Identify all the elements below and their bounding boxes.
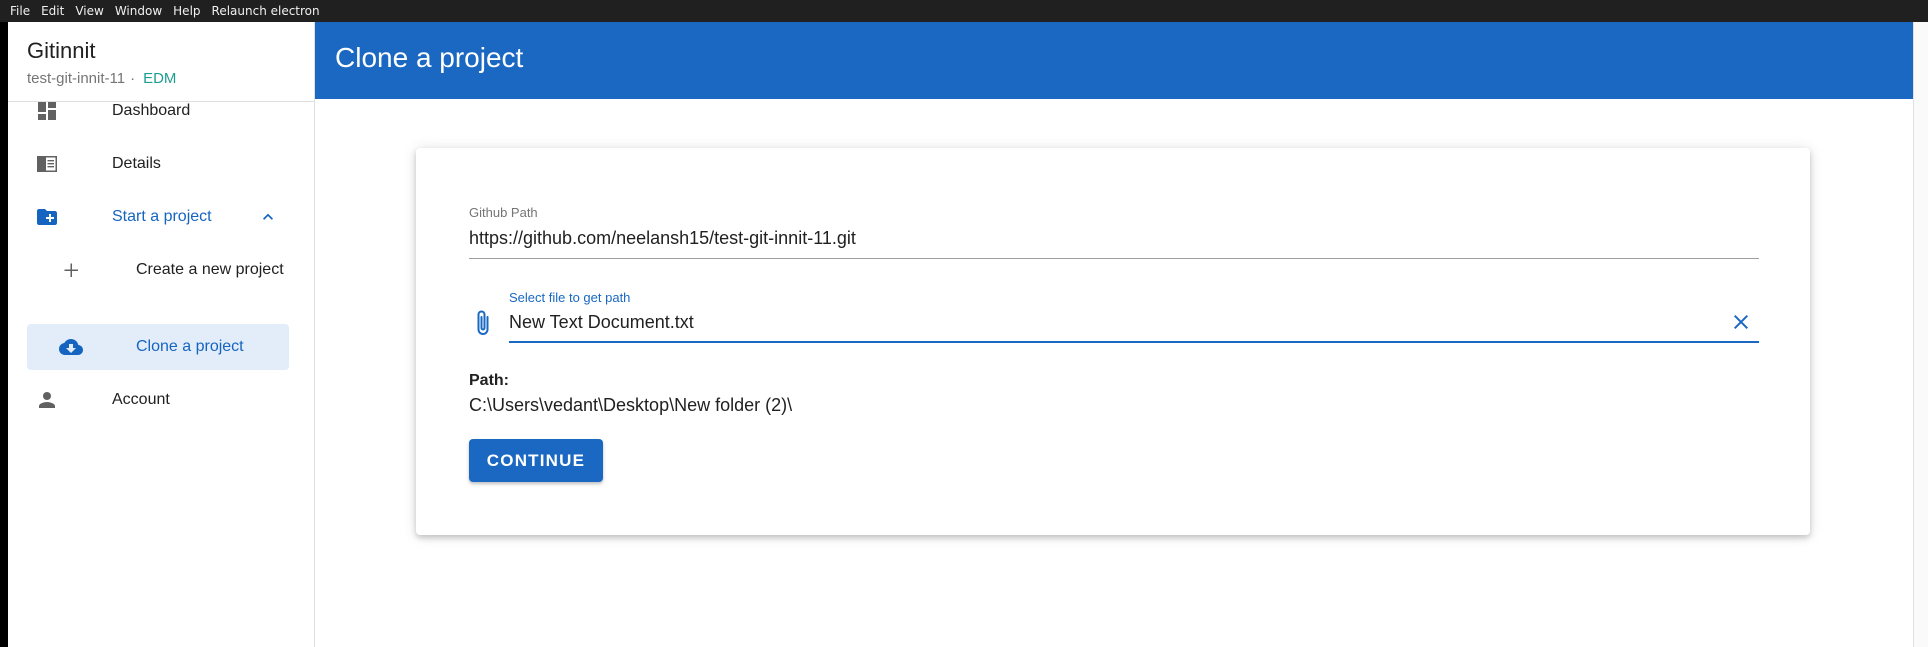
sidebar-item-label: Start a project [112,208,212,225]
file-picker-underline [509,341,1759,343]
window-left-edge [0,0,8,647]
repo-subtitle: test-git-innit-11 · EDM [27,70,176,87]
sidebar-item-label: Dashboard [112,102,191,119]
github-path-underline [469,258,1759,259]
sidebar-item-create-new-project[interactable]: Create a new project [27,247,289,293]
app-title: Gitinnit [27,38,96,63]
page-header: Clone a project [315,22,1913,99]
sidebar-item-label: Create a new project [136,261,284,278]
plus-icon [64,263,78,277]
sidebar-item-label: Clone a project [136,338,244,355]
sidebar-item-label: Account [112,391,170,408]
continue-button[interactable]: CONTINUE [469,439,603,482]
sidebar-item-label: Details [112,155,161,172]
person-icon [39,392,55,408]
chevron-up-icon[interactable] [258,207,278,227]
scrollbar-track[interactable] [1913,22,1928,647]
sidebar-item-account[interactable]: Account [27,377,289,423]
dashboard-icon [38,102,56,120]
close-icon[interactable] [1729,310,1753,334]
file-picker-label: Select file to get path [509,290,631,305]
menu-window[interactable]: Window [115,4,162,18]
menu-file[interactable]: File [10,4,30,18]
sidebar-item-details[interactable]: Details [27,141,289,187]
github-path-label: Github Path [469,205,538,220]
menubar: File Edit View Window Help Relaunch elec… [0,0,1928,22]
subtitle-separator: · [130,70,136,87]
clone-form-card: Github Path https://github.com/neelansh1… [416,148,1810,535]
menu-view[interactable]: View [75,4,103,18]
details-icon [37,156,57,172]
repo-name: test-git-innit-11 [27,70,126,87]
sidebar-item-start-a-project[interactable]: Start a project [27,194,289,240]
file-picker-input[interactable]: New Text Document.txt [509,312,694,333]
path-label: Path: [469,372,509,389]
sidebar-item-clone-project[interactable]: Clone a project [27,324,289,370]
menu-edit[interactable]: Edit [41,4,64,18]
cloud-download-icon [59,339,83,355]
menu-help[interactable]: Help [173,4,200,18]
sidebar: Gitinnit test-git-innit-11 · EDM Dashboa… [8,22,315,647]
github-path-input[interactable]: https://github.com/neelansh15/test-git-i… [469,228,856,249]
page-title: Clone a project [335,42,524,73]
edm-badge: EDM [143,70,177,87]
create-folder-icon [37,209,57,225]
menu-relaunch-electron[interactable]: Relaunch electron [212,4,320,18]
path-value: C:\Users\vedant\Desktop\New folder (2)\ [469,395,793,415]
sidebar-item-dashboard[interactable]: Dashboard [27,88,289,134]
paperclip-icon[interactable] [471,308,495,338]
